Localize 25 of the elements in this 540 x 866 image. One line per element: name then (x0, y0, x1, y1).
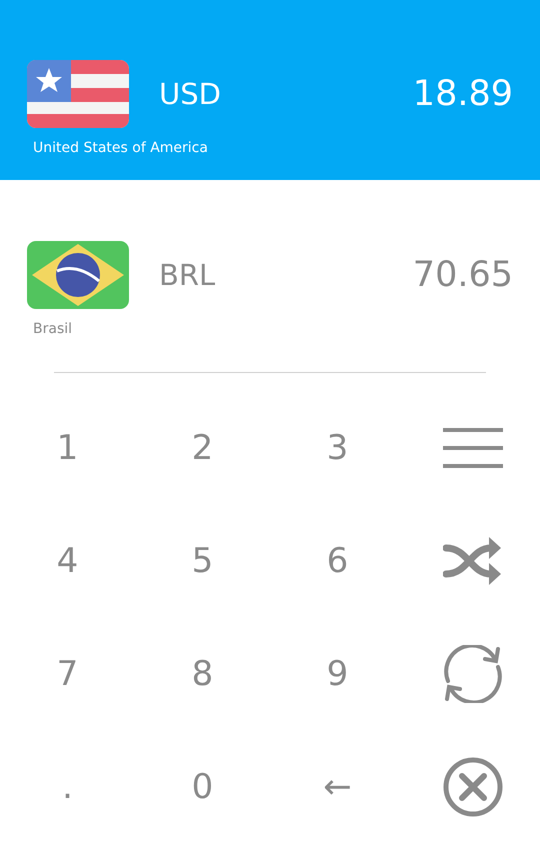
currency-amount: 70.65 (412, 255, 513, 295)
keypad-key[interactable]: ← (270, 730, 405, 843)
currency-row[interactable]: USD 18.89 United States of America (0, 0, 540, 180)
country-name: Brasil (33, 321, 74, 337)
clear-icon (442, 756, 502, 816)
flag-icon (27, 241, 129, 309)
keypad-key[interactable]: 2 (135, 391, 270, 504)
currency-code: USD (159, 77, 221, 111)
keypad-key[interactable]: . (0, 730, 135, 843)
keypad-key[interactable]: 9 (270, 617, 405, 730)
shuffle-icon (442, 534, 502, 586)
keypad-key[interactable]: 5 (135, 504, 270, 617)
keypad-key[interactable]: 3 (270, 391, 405, 504)
keypad-key[interactable]: 0 (135, 730, 270, 843)
menu-icon (442, 428, 502, 468)
keypad-key[interactable]: 7 (0, 617, 135, 730)
currency-amount: 18.89 (412, 74, 513, 114)
keypad-key[interactable]: 1 (0, 391, 135, 504)
currency-code: BRL (159, 258, 216, 292)
keypad-key[interactable]: 4 (0, 504, 135, 617)
flag-icon (27, 60, 129, 128)
keypad-key[interactable]: 8 (135, 617, 270, 730)
refresh-icon (442, 644, 502, 702)
country-name: United States of America (33, 140, 209, 156)
keypad-key[interactable]: 6 (270, 504, 405, 617)
